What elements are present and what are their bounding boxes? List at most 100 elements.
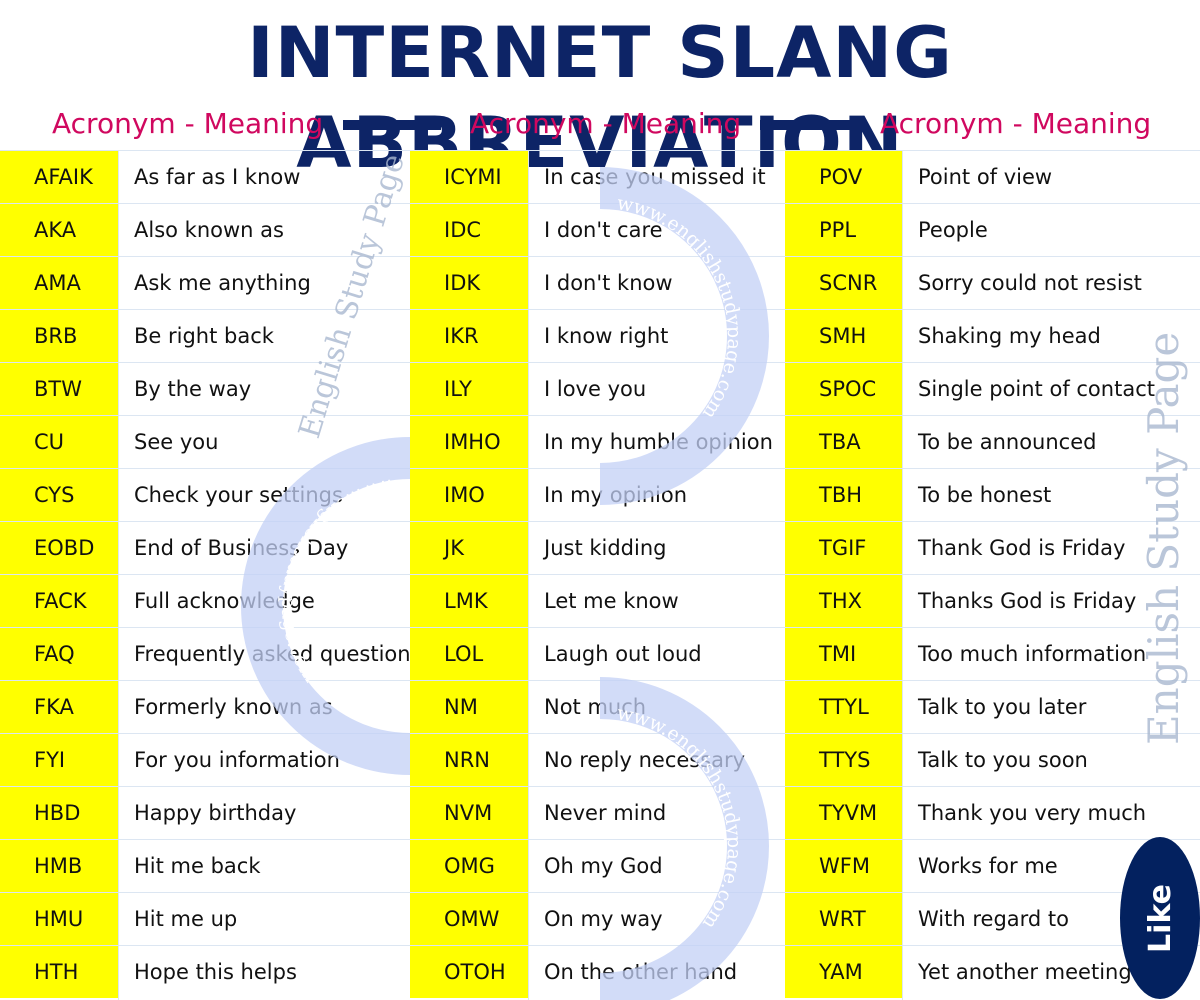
acronym-cell: TGIF (785, 521, 902, 574)
column-label-2: Acronym - Meaning (470, 107, 742, 140)
meaning-cell: Also known as (118, 203, 410, 256)
meaning-cell: In case you missed it (528, 150, 785, 203)
acronym-cell: FACK (0, 574, 118, 627)
acronym-cell: PPL (785, 203, 902, 256)
acronym-cell: NVM (410, 786, 528, 839)
meaning-cell: No reply necessary (528, 733, 785, 786)
acronym-cell: BRB (0, 309, 118, 362)
acronym-cell: OMW (410, 892, 528, 945)
slang-column-1: AFAIK As far as I know AKA Also known as AMA… (0, 150, 422, 1000)
like-label: Like (1142, 883, 1178, 953)
meaning-cell: In my humble opinion (528, 415, 785, 468)
meaning-cell: See you (118, 415, 410, 468)
meaning-cell: Frequently asked questions (118, 627, 422, 680)
acronym-cell: FKA (0, 680, 118, 733)
meaning-cell: Be right back (118, 309, 410, 362)
acronym-cell: POV (785, 150, 902, 203)
acronym-cell: IDK (410, 256, 528, 309)
meaning-cell: As far as I know (118, 150, 410, 203)
acronym-cell: FAQ (0, 627, 118, 680)
acronym-cell: SPOC (785, 362, 902, 415)
acronym-cell: THX (785, 574, 902, 627)
acronym-cell: CU (0, 415, 118, 468)
acronym-cell: NRN (410, 733, 528, 786)
meaning-cell: I love you (528, 362, 785, 415)
acronym-cell: CYS (0, 468, 118, 521)
acronym-cell: HBD (0, 786, 118, 839)
meaning-cell: On the other hand (528, 945, 785, 998)
acronym-cell: LOL (410, 627, 528, 680)
meaning-cell: Ask me anything (118, 256, 410, 309)
meaning-cell: Oh my God (528, 839, 785, 892)
column-divider (902, 150, 903, 1000)
meaning-cell: To be announced (902, 415, 1200, 468)
meaning-cell: Single point of contact (902, 362, 1200, 415)
acronym-cell: TTYL (785, 680, 902, 733)
meaning-cell: Hope this helps (118, 945, 410, 998)
acronym-cell: TYVM (785, 786, 902, 839)
acronym-cell: ICYMI (410, 150, 528, 203)
acronym-cell: TBH (785, 468, 902, 521)
acronym-cell: OTOH (410, 945, 528, 998)
meaning-cell: Hit me back (118, 839, 410, 892)
acronym-cell: HMB (0, 839, 118, 892)
meaning-cell: Thank God is Friday (902, 521, 1200, 574)
acronym-cell: AKA (0, 203, 118, 256)
meaning-cell: By the way (118, 362, 410, 415)
meaning-cell: Just kidding (528, 521, 785, 574)
acronym-cell: IDC (410, 203, 528, 256)
meaning-cell: Sorry could not resist (902, 256, 1200, 309)
meaning-cell: I don't care (528, 203, 785, 256)
acronym-cell: ILY (410, 362, 528, 415)
meaning-cell: Let me know (528, 574, 785, 627)
divider-bar (343, 120, 441, 130)
acronym-cell: SCNR (785, 256, 902, 309)
acronym-cell: LMK (410, 574, 528, 627)
acronym-cell: TTYS (785, 733, 902, 786)
acronym-cell: AMA (0, 256, 118, 309)
acronym-cell: FYI (0, 733, 118, 786)
meaning-cell: To be honest (902, 468, 1200, 521)
meaning-cell: Hit me up (118, 892, 410, 945)
meaning-cell: Happy birthday (118, 786, 410, 839)
meaning-cell: I don't know (528, 256, 785, 309)
acronym-cell: SMH (785, 309, 902, 362)
meaning-cell: Check your settings (118, 468, 410, 521)
meaning-cell: For you information (118, 733, 410, 786)
column-divider (528, 150, 529, 1000)
meaning-cell: Formerly known as (118, 680, 410, 733)
meaning-cell: End of Business Day (118, 521, 410, 574)
acronym-cell: TBA (785, 415, 902, 468)
meaning-cell: Thank you very much (902, 786, 1200, 839)
meaning-cell: Never mind (528, 786, 785, 839)
like-button[interactable]: Like (1120, 837, 1200, 999)
meaning-cell: Laugh out loud (528, 627, 785, 680)
meaning-cell: Point of view (902, 150, 1200, 203)
meaning-cell: I know right (528, 309, 785, 362)
meaning-cell: Too much information (902, 627, 1200, 680)
acronym-cell: HTH (0, 945, 118, 998)
acronym-cell: YAM (785, 945, 902, 998)
meaning-cell: On my way (528, 892, 785, 945)
acronym-cell: TMI (785, 627, 902, 680)
acronym-cell: NM (410, 680, 528, 733)
acronym-cell: EOBD (0, 521, 118, 574)
acronym-cell: OMG (410, 839, 528, 892)
acronym-cell: WRT (785, 892, 902, 945)
acronym-cell: WFM (785, 839, 902, 892)
column-divider (118, 150, 119, 1000)
acronym-cell: BTW (0, 362, 118, 415)
acronym-cell: IMHO (410, 415, 528, 468)
meaning-cell: In my opinion (528, 468, 785, 521)
column-label-1: Acronym - Meaning (52, 107, 324, 140)
column-label-3: Acronym - Meaning (880, 107, 1152, 140)
acronym-cell: JK (410, 521, 528, 574)
acronym-cell: IKR (410, 309, 528, 362)
slang-column-2: ICYMI In case you missed it IDC I don't car… (410, 150, 785, 1000)
acronym-cell: HMU (0, 892, 118, 945)
slang-table: AFAIK As far as I know AKA Also known as AMA… (0, 150, 1200, 1000)
meaning-cell: Full acknowledge (118, 574, 410, 627)
meaning-cell: Shaking my head (902, 309, 1200, 362)
acronym-cell: AFAIK (0, 150, 118, 203)
meaning-cell: Not much (528, 680, 785, 733)
